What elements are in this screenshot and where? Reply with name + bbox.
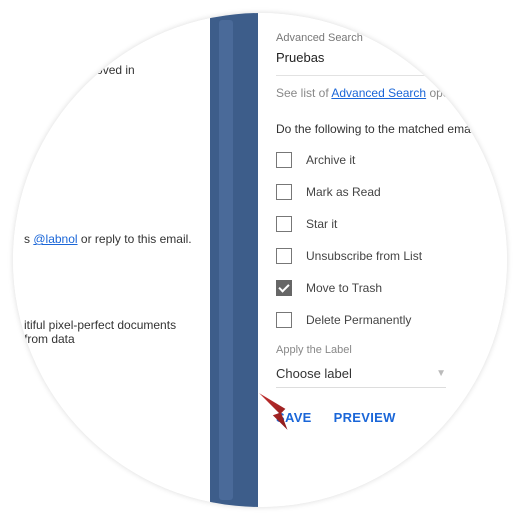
check-trash[interactable]: Move to Trash bbox=[276, 280, 507, 296]
checkbox-icon[interactable] bbox=[276, 280, 292, 296]
scrollbar-track[interactable] bbox=[219, 20, 233, 500]
label-dropdown[interactable]: Choose label ▼ bbox=[276, 362, 446, 388]
filter-settings-panel: Advanced Search Pruebas See list of Adva… bbox=[258, 13, 507, 507]
check-label: Mark as Read bbox=[306, 185, 381, 199]
adv-search-label: Advanced Search bbox=[276, 32, 507, 44]
adv-search-value[interactable]: Pruebas bbox=[276, 50, 507, 65]
action-buttons: SAVE PREVIEW bbox=[276, 410, 507, 425]
checkbox-icon[interactable] bbox=[276, 248, 292, 264]
preview-button[interactable]: PREVIEW bbox=[334, 410, 396, 425]
check-label: Archive it bbox=[306, 153, 355, 167]
email-fragment-3: itiful pixel-perfect documents from data bbox=[24, 318, 200, 346]
operators-link[interactable]: Advanced Search bbox=[331, 86, 426, 100]
mention-link[interactable]: @labnol bbox=[33, 232, 77, 246]
check-label: Star it bbox=[306, 217, 337, 231]
email-preview-pane: er is also removed in s @labnol or reply… bbox=[13, 13, 210, 507]
check-delete[interactable]: Delete Permanently bbox=[276, 312, 507, 328]
operators-hint: See list of Advanced Search operators bbox=[276, 86, 507, 100]
check-label: Delete Permanently bbox=[306, 313, 411, 327]
checkbox-icon[interactable] bbox=[276, 152, 292, 168]
divider-bar bbox=[210, 13, 258, 507]
checkbox-icon[interactable] bbox=[276, 312, 292, 328]
check-label: Unsubscribe from List bbox=[306, 249, 422, 263]
checkbox-icon[interactable] bbox=[276, 184, 292, 200]
email-fragment-2: s @labnol or reply to this email. bbox=[24, 232, 200, 246]
divider bbox=[276, 75, 507, 76]
check-archive[interactable]: Archive it bbox=[276, 152, 507, 168]
dropdown-value: Choose label bbox=[276, 366, 352, 381]
check-unsubscribe[interactable]: Unsubscribe from List bbox=[276, 248, 507, 264]
email-fragment-1: er is also removed in bbox=[24, 63, 200, 77]
apply-label-heading: Apply the Label bbox=[276, 344, 507, 356]
check-label: Move to Trash bbox=[306, 281, 382, 295]
check-star[interactable]: Star it bbox=[276, 216, 507, 232]
check-mark-read[interactable]: Mark as Read bbox=[276, 184, 507, 200]
chevron-down-icon: ▼ bbox=[436, 368, 446, 379]
actions-heading: Do the following to the matched emails: bbox=[276, 122, 507, 136]
checkbox-icon[interactable] bbox=[276, 216, 292, 232]
save-button[interactable]: SAVE bbox=[276, 410, 312, 425]
